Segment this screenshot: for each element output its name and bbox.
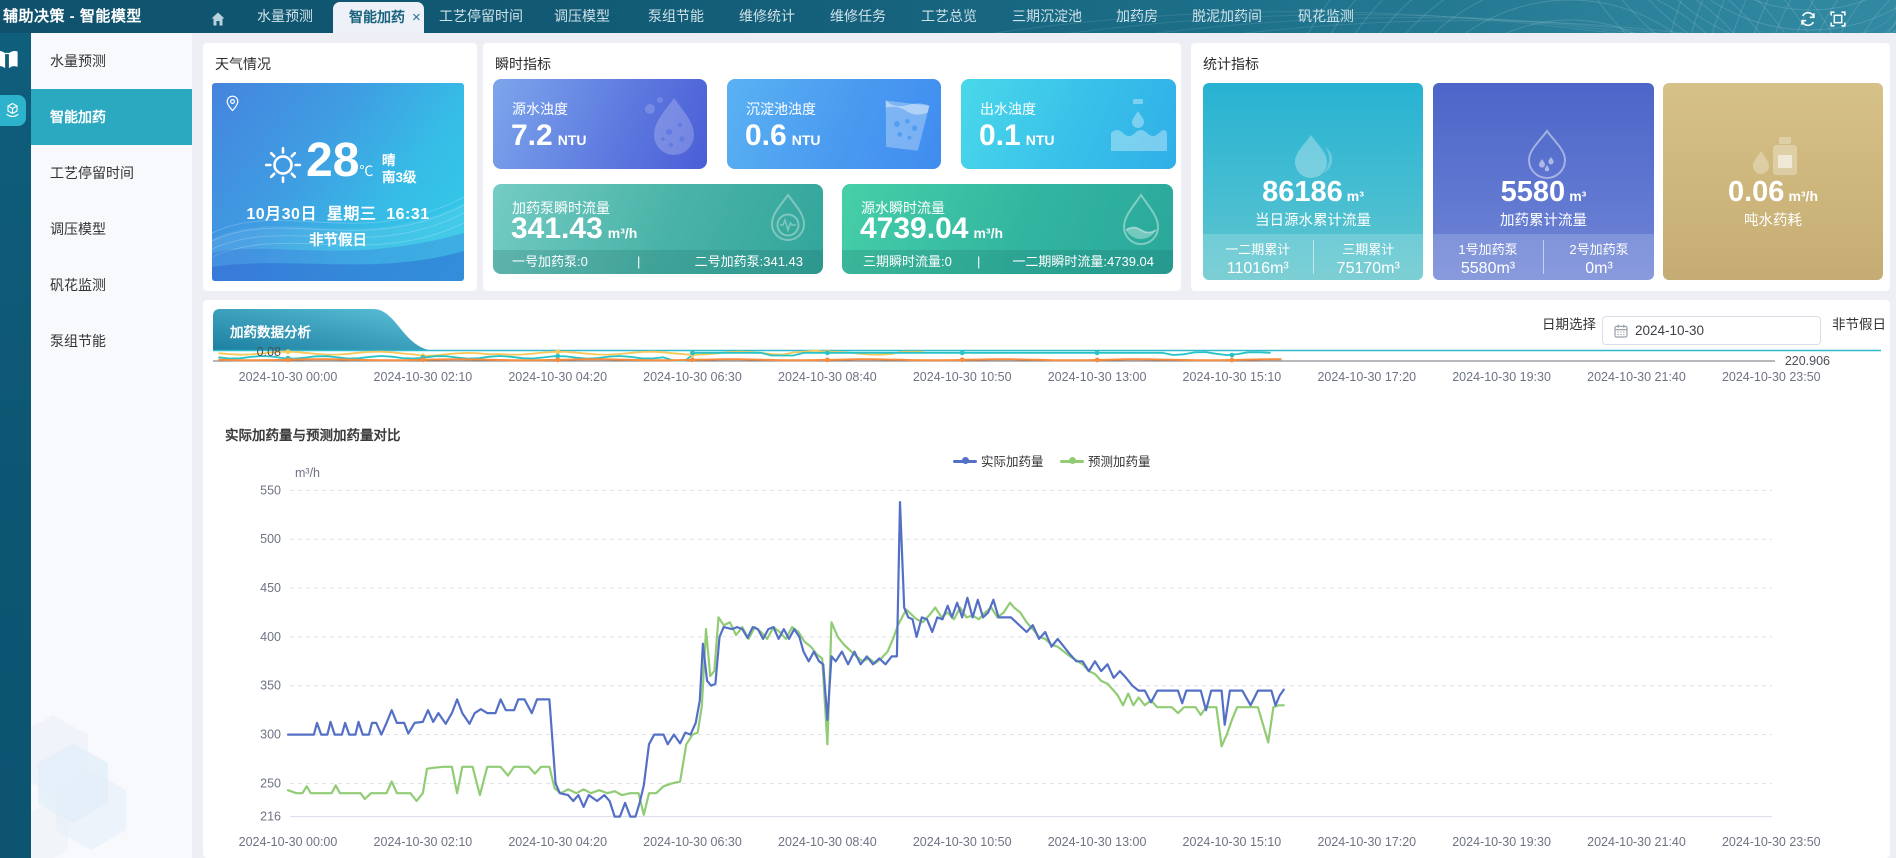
svg-text:2024-10-30 08:40: 2024-10-30 08:40 xyxy=(778,370,877,384)
svg-text:450: 450 xyxy=(260,581,281,595)
svg-text:2024-10-30 06:30: 2024-10-30 06:30 xyxy=(643,370,742,384)
svg-text:216: 216 xyxy=(260,810,281,824)
svg-text:2024-10-30 21:40: 2024-10-30 21:40 xyxy=(1587,835,1686,849)
svg-text:2024-10-30 19:30: 2024-10-30 19:30 xyxy=(1452,835,1551,849)
svg-text:400: 400 xyxy=(260,630,281,644)
svg-text:0.08: 0.08 xyxy=(257,345,281,359)
svg-text:2024-10-30 02:10: 2024-10-30 02:10 xyxy=(374,835,473,849)
svg-text:2024-10-30 17:20: 2024-10-30 17:20 xyxy=(1317,835,1416,849)
svg-text:m³/h: m³/h xyxy=(295,466,320,480)
svg-text:2024-10-30 00:00: 2024-10-30 00:00 xyxy=(239,835,338,849)
svg-text:350: 350 xyxy=(260,679,281,693)
svg-text:2024-10-30 15:10: 2024-10-30 15:10 xyxy=(1183,370,1282,384)
svg-text:2024-10-30 08:40: 2024-10-30 08:40 xyxy=(778,835,877,849)
svg-text:2024-10-30 17:20: 2024-10-30 17:20 xyxy=(1317,370,1416,384)
svg-text:2024-10-30 15:10: 2024-10-30 15:10 xyxy=(1183,835,1282,849)
svg-text:300: 300 xyxy=(260,728,281,742)
svg-text:2024-10-30 06:30: 2024-10-30 06:30 xyxy=(643,835,742,849)
svg-text:550: 550 xyxy=(260,483,281,497)
svg-text:2024-10-30 23:50: 2024-10-30 23:50 xyxy=(1722,370,1821,384)
svg-text:2024-10-30 13:00: 2024-10-30 13:00 xyxy=(1048,370,1147,384)
svg-text:2024-10-30 21:40: 2024-10-30 21:40 xyxy=(1587,370,1686,384)
svg-text:2024-10-30 04:20: 2024-10-30 04:20 xyxy=(508,370,607,384)
svg-text:2024-10-30 10:50: 2024-10-30 10:50 xyxy=(913,835,1012,849)
svg-text:2024-10-30 19:30: 2024-10-30 19:30 xyxy=(1452,370,1551,384)
svg-text:220.906: 220.906 xyxy=(1785,354,1830,368)
svg-text:2024-10-30 10:50: 2024-10-30 10:50 xyxy=(913,370,1012,384)
svg-text:250: 250 xyxy=(260,776,281,790)
svg-text:2024-10-30 00:00: 2024-10-30 00:00 xyxy=(239,370,338,384)
svg-text:500: 500 xyxy=(260,532,281,546)
svg-text:2024-10-30 13:00: 2024-10-30 13:00 xyxy=(1048,835,1147,849)
svg-text:2024-10-30 04:20: 2024-10-30 04:20 xyxy=(508,835,607,849)
svg-text:2024-10-30 02:10: 2024-10-30 02:10 xyxy=(374,370,473,384)
svg-text:2024-10-30 23:50: 2024-10-30 23:50 xyxy=(1722,835,1821,849)
